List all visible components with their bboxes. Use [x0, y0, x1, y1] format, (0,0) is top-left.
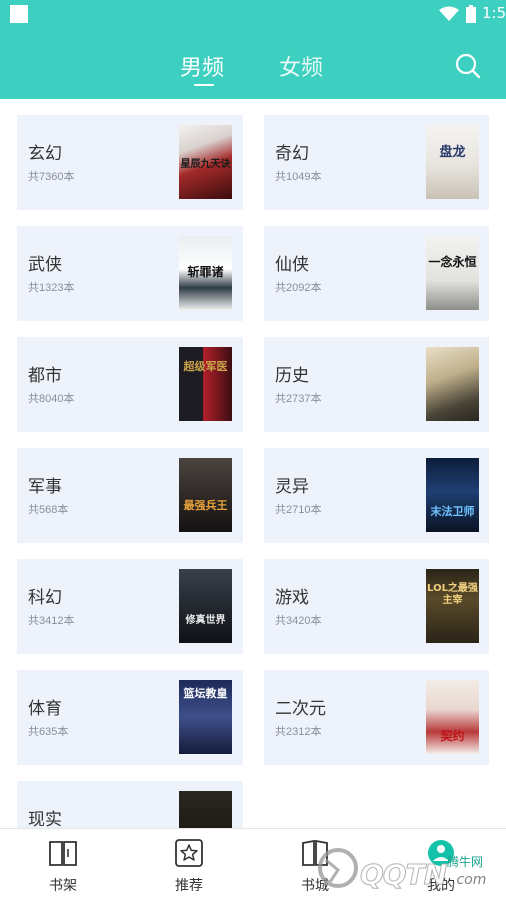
category-name: 现实 — [28, 810, 62, 828]
category-count: 共2092本 — [275, 282, 322, 294]
category-count: 共2737本 — [275, 393, 322, 405]
category-name: 灵异 — [275, 477, 309, 496]
cover-title: 最强兵王 — [183, 499, 228, 512]
cover-title: 末法卫师 — [430, 505, 475, 518]
category-name: 二次元 — [275, 699, 326, 718]
book-cover: LOL之最强主宰 — [426, 569, 479, 643]
category-card-junshi[interactable]: 军事 共568本 最强兵王 — [17, 448, 243, 543]
category-card-qihuan[interactable]: 奇幻 共1049本 盘龙 — [264, 115, 489, 210]
book-cover: 一念永恒 — [426, 236, 479, 310]
star-icon — [175, 839, 203, 867]
book-cover — [426, 347, 479, 421]
category-name: 都市 — [28, 366, 62, 385]
header-bar: 1:59 男频 女频 — [0, 0, 506, 99]
tab-male[interactable]: 男频 — [180, 50, 224, 82]
book-cover: 篮坛教皇 — [179, 680, 232, 754]
category-card-wuxia[interactable]: 武侠 共1323本 斩罪诸 — [17, 226, 243, 321]
wifi-icon — [439, 6, 459, 21]
category-count: 共568本 — [28, 504, 69, 516]
category-grid: 玄幻 共7360本 星辰九天诀 奇幻 共1049本 盘龙 武侠 共1323本 斩… — [17, 115, 489, 828]
status-bar: 1:59 — [0, 0, 506, 28]
book-cover: 修真世界 — [179, 569, 232, 643]
cover-title: LOL之最强主宰 — [427, 583, 478, 606]
category-count: 共3412本 — [28, 615, 75, 627]
category-card-tiyu[interactable]: 体育 共635本 篮坛教皇 — [17, 670, 243, 765]
category-name: 仙侠 — [275, 255, 309, 274]
category-name: 军事 — [28, 477, 62, 496]
category-card-xianxia[interactable]: 仙侠 共2092本 一念永恒 — [264, 226, 489, 321]
nav-label: 推荐 — [175, 878, 203, 894]
cover-title: 星辰九天诀 — [180, 159, 231, 170]
category-name: 武侠 — [28, 255, 62, 274]
category-count: 共3420本 — [275, 615, 322, 627]
search-icon[interactable] — [454, 52, 482, 80]
nav-label: 书架 — [49, 878, 77, 894]
category-card-xianshi[interactable]: 现实 — [17, 781, 243, 828]
active-tab-indicator — [194, 84, 214, 86]
category-count: 共635本 — [28, 726, 69, 738]
category-name: 历史 — [275, 366, 309, 385]
category-count: 共2312本 — [275, 726, 322, 738]
notification-icon — [10, 5, 28, 23]
watermark-text: QQTN — [359, 858, 447, 892]
category-card-xuanhuan[interactable]: 玄幻 共7360本 星辰九天诀 — [17, 115, 243, 210]
category-card-erciyuan[interactable]: 二次元 共2312本 契约 — [264, 670, 489, 765]
book-cover: 契约 — [426, 680, 479, 754]
book-icon — [49, 841, 77, 866]
category-name: 玄幻 — [28, 144, 62, 163]
watermark-label: 腾牛网 — [447, 855, 484, 869]
cover-title: 篮坛教皇 — [183, 687, 228, 700]
category-name: 科幻 — [28, 588, 62, 607]
nav-bookshelf[interactable]: 书架 — [0, 829, 126, 900]
watermark-suffix: .com — [452, 872, 487, 888]
cover-title: 盘龙 — [439, 145, 466, 160]
category-name: 游戏 — [275, 588, 309, 607]
cover-title: 超级军医 — [183, 360, 228, 373]
category-card-kehuan[interactable]: 科幻 共3412本 修真世界 — [17, 559, 243, 654]
book-cover: 盘龙 — [426, 125, 479, 199]
category-count: 共8040本 — [28, 393, 75, 405]
book-cover: 末法卫师 — [426, 458, 479, 532]
status-time: 1:59 — [482, 4, 506, 22]
cover-title: 一念永恒 — [428, 255, 477, 269]
cover-title: 修真世界 — [185, 615, 226, 626]
book-cover: 星辰九天诀 — [179, 125, 232, 199]
book-cover: 斩罪诸 — [179, 236, 232, 310]
category-count: 共1323本 — [28, 282, 75, 294]
cover-title: 斩罪诸 — [187, 265, 224, 279]
category-card-lishi[interactable]: 历史 共2737本 — [264, 337, 489, 432]
book-cover — [179, 791, 232, 828]
book-cover: 最强兵王 — [179, 458, 232, 532]
category-card-dushi[interactable]: 都市 共8040本 超级军医 — [17, 337, 243, 432]
category-count: 共2710本 — [275, 504, 322, 516]
category-card-youxi[interactable]: 游戏 共3420本 LOL之最强主宰 — [264, 559, 489, 654]
battery-icon — [466, 5, 476, 23]
category-count: 共7360本 — [28, 171, 75, 183]
app-root: { "status_bar": { "time": "1:59" }, "hea… — [0, 0, 506, 900]
category-card-lingyi[interactable]: 灵异 共2710本 末法卫师 — [264, 448, 489, 543]
nav-recommend[interactable]: 推荐 — [126, 829, 252, 900]
book-cover: 超级军医 — [179, 347, 232, 421]
category-name: 奇幻 — [275, 144, 309, 163]
category-count: 共1049本 — [275, 171, 322, 183]
tab-female[interactable]: 女频 — [279, 50, 323, 82]
cover-title: 契约 — [440, 729, 465, 743]
category-name: 体育 — [28, 699, 62, 718]
